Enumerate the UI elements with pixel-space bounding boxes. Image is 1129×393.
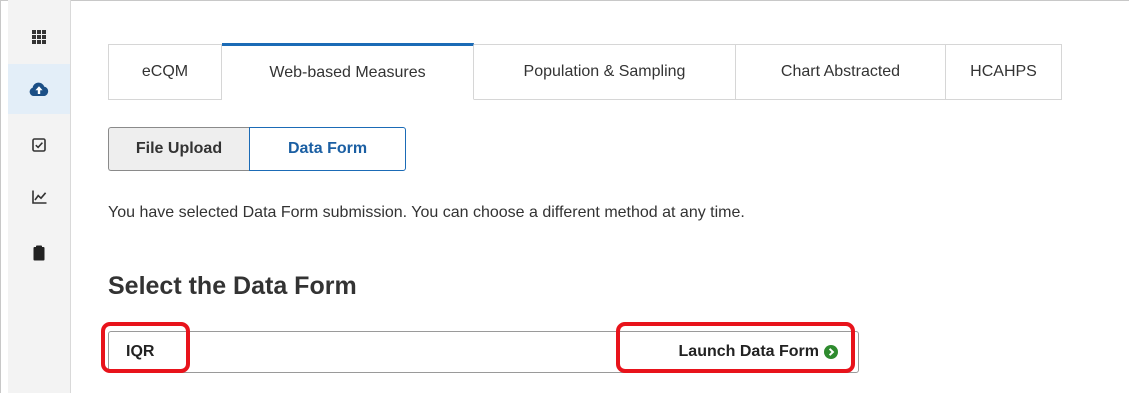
tab-hcahps[interactable]: HCAHPS xyxy=(946,44,1062,100)
launch-data-form-link[interactable]: Launch Data Form xyxy=(679,343,838,361)
launch-data-form-label: Launch Data Form xyxy=(678,343,819,360)
tab-chart-abstracted[interactable]: Chart Abstracted xyxy=(736,44,946,100)
data-form-row: IQR Launch Data Form xyxy=(108,331,859,373)
tab-web-based-measures[interactable]: Web-based Measures xyxy=(222,43,474,100)
sidebar-item-upload[interactable] xyxy=(8,64,70,114)
form-name: IQR xyxy=(126,343,155,360)
measure-tabs: eCQM Web-based Measures Population & Sam… xyxy=(108,43,1062,100)
main-content: eCQM Web-based Measures Population & Sam… xyxy=(71,0,1129,393)
file-upload-button[interactable]: File Upload xyxy=(108,127,249,171)
sidebar-item-tasks[interactable] xyxy=(8,120,70,170)
checkbox-icon xyxy=(32,138,46,152)
submission-method-toggle: File Upload Data Form xyxy=(108,127,406,171)
line-chart-icon xyxy=(31,190,46,204)
sidebar xyxy=(8,0,71,393)
tab-ecqm[interactable]: eCQM xyxy=(108,44,222,100)
selection-info-text: You have selected Data Form submission. … xyxy=(108,204,745,221)
sidebar-item-reports[interactable] xyxy=(8,172,70,222)
tab-population-sampling[interactable]: Population & Sampling xyxy=(474,44,736,100)
clipboard-icon xyxy=(33,245,45,261)
sidebar-item-apps[interactable] xyxy=(8,12,70,62)
sidebar-item-clipboard[interactable] xyxy=(8,228,70,278)
left-border xyxy=(0,0,1,393)
section-title: Select the Data Form xyxy=(108,272,357,300)
data-form-button[interactable]: Data Form xyxy=(249,127,406,171)
arrow-circle-right-icon xyxy=(824,345,838,359)
apps-grid-icon xyxy=(32,30,46,44)
cloud-upload-icon xyxy=(29,82,49,96)
